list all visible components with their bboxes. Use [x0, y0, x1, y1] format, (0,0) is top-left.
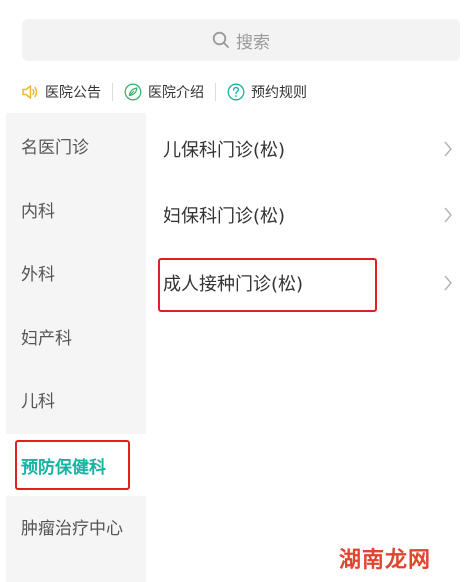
notice-booking-rules[interactable]: 预约规则: [227, 82, 307, 102]
notice-label: 医院公告: [45, 85, 101, 101]
sidebar-item-oncology-center[interactable]: 肿瘤治疗中心: [6, 496, 146, 556]
clinic-name: 妇保科门诊(松): [163, 206, 286, 227]
search-bar[interactable]: 搜索: [22, 19, 460, 61]
speaker-icon: [21, 83, 39, 101]
search-icon: [212, 31, 230, 49]
department-sidebar: 名医门诊 内科 外科 妇产科 儿科 预防保健科 肿瘤治疗中心: [6, 113, 146, 582]
notice-bar: 医院公告 医院介绍 预约规则: [0, 73, 465, 111]
clinic-list: 儿保科门诊(松) 妇保科门诊(松) 成人接种门诊(松): [146, 113, 465, 582]
notice-label: 预约规则: [251, 85, 307, 101]
watermark: 湖南龙网: [338, 548, 431, 573]
sidebar-item-label: 外科: [21, 264, 55, 285]
chevron-right-icon: [443, 274, 453, 292]
clinic-name: 儿保科门诊(松): [163, 140, 286, 161]
sidebar-item-label: 肿瘤治疗中心: [21, 518, 123, 539]
sidebar-item-label: 名医门诊: [21, 137, 89, 158]
sidebar-item-label: 妇产科: [21, 328, 72, 349]
highlight-box-adult-vaccination: [158, 258, 377, 312]
search-placeholder: 搜索: [236, 32, 270, 53]
sidebar-item-label: 儿科: [21, 391, 55, 412]
divider: [215, 83, 216, 101]
sidebar-item-internal-medicine[interactable]: 内科: [6, 179, 146, 239]
leaf-icon: [124, 83, 142, 101]
sidebar-item-famous-doctors[interactable]: 名医门诊: [6, 115, 146, 175]
notice-hospital-intro[interactable]: 医院介绍: [124, 82, 204, 102]
divider: [112, 83, 113, 101]
list-item[interactable]: 妇保科门诊(松): [146, 185, 465, 245]
sidebar-item-label: 内科: [21, 201, 55, 222]
list-item[interactable]: 儿保科门诊(松): [146, 119, 465, 179]
chevron-right-icon: [443, 140, 453, 158]
notice-hospital-announcement[interactable]: 医院公告: [21, 82, 101, 102]
sidebar-item-pediatrics[interactable]: 儿科: [6, 369, 146, 429]
notice-label: 医院介绍: [148, 85, 204, 101]
sidebar-item-surgery[interactable]: 外科: [6, 242, 146, 302]
question-icon: [227, 83, 245, 101]
sidebar-item-obstetrics-gynecology[interactable]: 妇产科: [6, 306, 146, 366]
chevron-right-icon: [443, 206, 453, 224]
highlight-box-preventive-healthcare: [15, 440, 130, 490]
